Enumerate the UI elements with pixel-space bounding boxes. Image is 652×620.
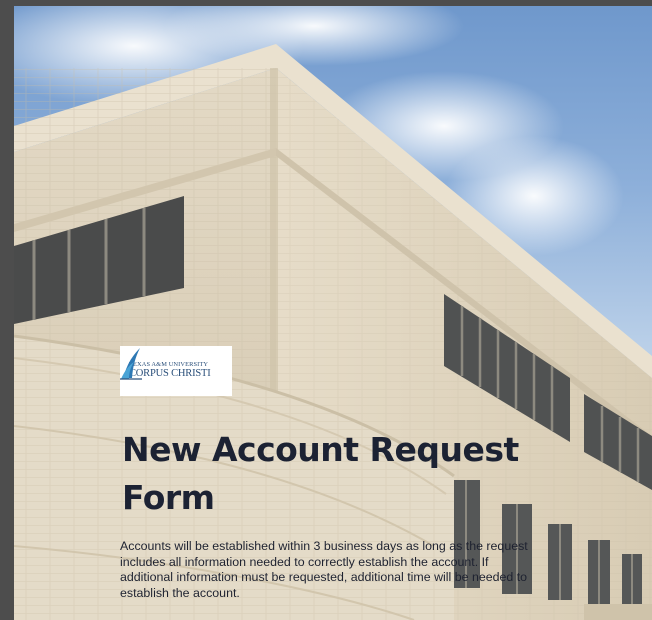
window-frame: TEXAS A&M UNIVERSITY CORPUS CHRISTI New …	[0, 0, 652, 620]
university-logo: TEXAS A&M UNIVERSITY CORPUS CHRISTI	[120, 346, 232, 396]
hero-banner: TEXAS A&M UNIVERSITY CORPUS CHRISTI New …	[14, 6, 652, 620]
wing-icon	[120, 348, 142, 380]
building-photo	[14, 6, 652, 620]
page-title: New Account Request Form	[122, 430, 519, 517]
form-description: Accounts will be established within 3 bu…	[120, 539, 528, 600]
